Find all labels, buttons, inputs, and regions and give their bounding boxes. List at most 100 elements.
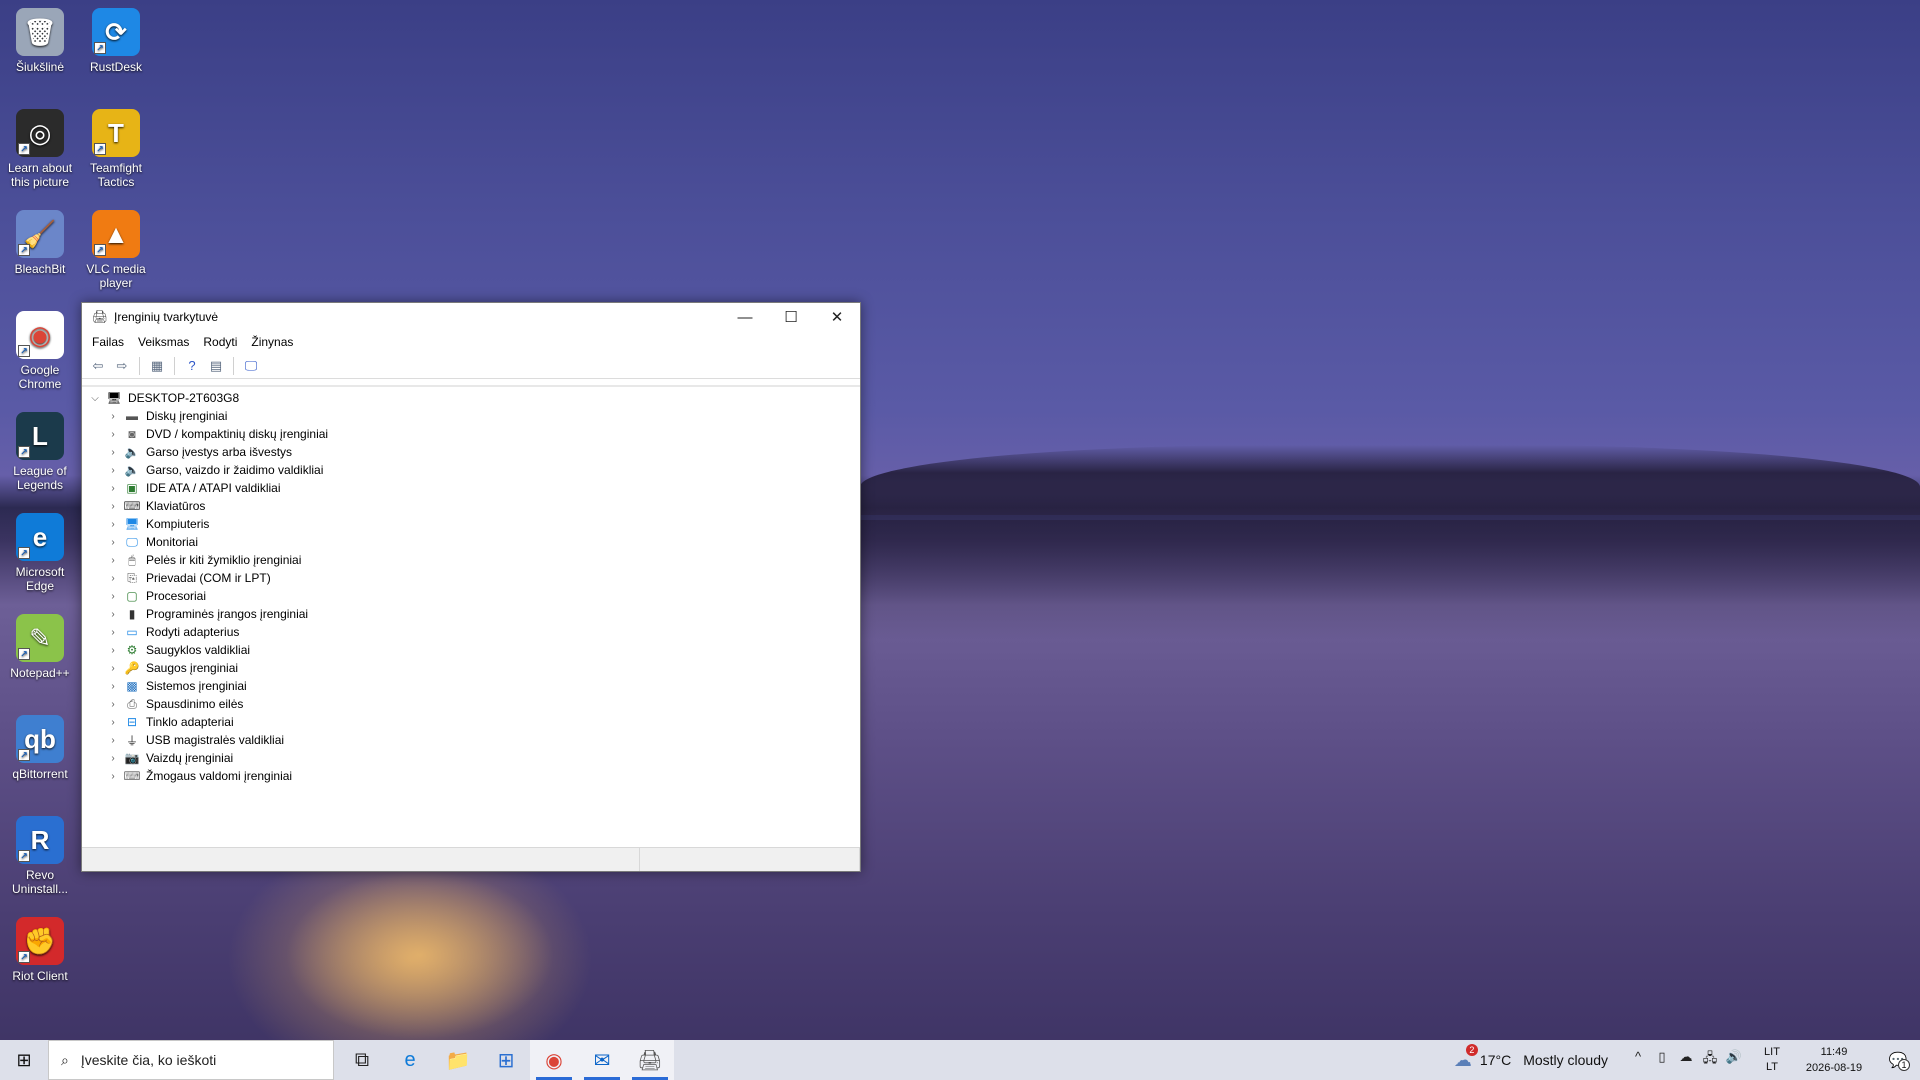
tree-item[interactable]: › ◙ DVD / kompaktinių diskų įrenginiai bbox=[82, 425, 860, 443]
chevron-right-icon[interactable]: › bbox=[106, 483, 120, 494]
desktop-icon-chrome[interactable]: ◉ ↗ Google Chrome bbox=[2, 311, 78, 391]
start-button[interactable]: ⊞ bbox=[0, 1040, 48, 1080]
chevron-right-icon[interactable]: › bbox=[106, 771, 120, 782]
notification-count: 1 bbox=[1898, 1059, 1910, 1071]
outlook-icon[interactable]: ✉ bbox=[578, 1040, 626, 1080]
desktop-icon-notepad-plus-plus[interactable]: ✎ ↗ Notepad++ bbox=[2, 614, 78, 680]
chevron-right-icon[interactable]: › bbox=[106, 663, 120, 674]
network-icon[interactable]: 🖧 bbox=[1698, 1049, 1722, 1071]
desktop-icon-learn-picture[interactable]: ◎ ↗ Learn about this picture bbox=[2, 109, 78, 189]
tree-item[interactable]: › ⎙ Spausdinimo eilės bbox=[82, 695, 860, 713]
tree-item[interactable]: › 🖥 Kompiuteris bbox=[82, 515, 860, 533]
search-box[interactable]: ⌕ Įveskite čia, ko ieškoti bbox=[48, 1040, 334, 1080]
device-manager-taskbar-icon[interactable]: 🖨 bbox=[626, 1040, 674, 1080]
clock[interactable]: 11:49 2026-08-19 bbox=[1792, 1044, 1876, 1076]
desktop-icon-qbittorrent[interactable]: qb ↗ qBittorrent bbox=[2, 715, 78, 781]
tree-item[interactable]: › ▬ Diskų įrenginiai bbox=[82, 407, 860, 425]
microsoft-store-icon[interactable]: ⊞ bbox=[482, 1040, 530, 1080]
chevron-right-icon[interactable]: › bbox=[106, 573, 120, 584]
revo-uninstaller-icon: R ↗ bbox=[16, 816, 64, 864]
desktop-icon-bleachbit[interactable]: 🧹 ↗ BleachBit bbox=[2, 210, 78, 276]
league-of-legends-icon: L ↗ bbox=[16, 412, 64, 460]
chevron-right-icon[interactable]: › bbox=[106, 411, 120, 422]
tree-root[interactable]: ⌵ 🖥 DESKTOP-2T603G8 bbox=[82, 389, 860, 407]
chevron-right-icon[interactable]: › bbox=[106, 645, 120, 656]
tree-item[interactable]: › 🖵 Monitoriai bbox=[82, 533, 860, 551]
back-arrow-icon[interactable]: ⇦ bbox=[88, 356, 108, 376]
close-button[interactable]: ✕ bbox=[814, 303, 860, 331]
desktop-icon-vlc[interactable]: ▲ ↗ VLC media player bbox=[78, 210, 154, 290]
chevron-right-icon[interactable]: › bbox=[106, 519, 120, 530]
tree-item[interactable]: › ⌨ Klaviatūros bbox=[82, 497, 860, 515]
tree-item[interactable]: › ⚙ Saugyklos valdikliai bbox=[82, 641, 860, 659]
tree-item[interactable]: › ⎘ Prievadai (COM ir LPT) bbox=[82, 569, 860, 587]
weather-widget[interactable]: ☁ 2 17°C Mostly cloudy bbox=[1454, 1043, 1608, 1071]
chevron-down-icon[interactable]: ⌵ bbox=[88, 393, 102, 404]
tree-item[interactable]: › 🔈 Garso įvestys arba išvestys bbox=[82, 443, 860, 461]
chevron-right-icon[interactable]: › bbox=[106, 753, 120, 764]
tree-item[interactable]: › ▩ Sistemos įrenginiai bbox=[82, 677, 860, 695]
chevron-right-icon[interactable]: › bbox=[106, 447, 120, 458]
chevron-right-icon[interactable]: › bbox=[106, 555, 120, 566]
tree-item[interactable]: › ▭ Rodyti adapterius bbox=[82, 623, 860, 641]
properties-view-icon[interactable]: ▦ bbox=[147, 356, 167, 376]
tree-item[interactable]: › 🔑 Saugos įrenginiai bbox=[82, 659, 860, 677]
chevron-right-icon[interactable]: › bbox=[106, 609, 120, 620]
minimize-button[interactable]: — bbox=[722, 303, 768, 331]
chevron-right-icon[interactable]: › bbox=[106, 537, 120, 548]
title-bar[interactable]: 🖨 Įrenginių tvarkytuvė — ☐ ✕ bbox=[82, 303, 860, 331]
onedrive-icon[interactable]: ☁ bbox=[1674, 1049, 1698, 1071]
task-view-icon[interactable]: ⧉ bbox=[338, 1040, 386, 1080]
desktop-icon-label: Learn about this picture bbox=[7, 161, 73, 189]
tree-item[interactable]: › 🖱 Pelės ir kiti žymiklio įrenginiai bbox=[82, 551, 860, 569]
desktop-icon-league-of-legends[interactable]: L ↗ League of Legends bbox=[2, 412, 78, 492]
chevron-right-icon[interactable]: › bbox=[106, 591, 120, 602]
chevron-right-icon[interactable]: › bbox=[106, 429, 120, 440]
edge-taskbar-icon[interactable]: e bbox=[386, 1040, 434, 1080]
shortcut-arrow-icon: ↗ bbox=[18, 244, 30, 256]
file-explorer-icon[interactable]: 📁 bbox=[434, 1040, 482, 1080]
chevron-right-icon[interactable]: › bbox=[106, 501, 120, 512]
desktop-icon-revo-uninstaller[interactable]: R ↗ Revo Uninstall... bbox=[2, 816, 78, 896]
desktop-icon-rustdesk[interactable]: ⟳ ↗ RustDesk bbox=[78, 8, 154, 74]
language-indicator[interactable]: LIT LT bbox=[1752, 1045, 1792, 1075]
desktop-icon-edge[interactable]: e ↗ Microsoft Edge bbox=[2, 513, 78, 593]
desktop-icon-riot-client[interactable]: ✊ ↗ Riot Client bbox=[2, 917, 78, 983]
taskbar: ⊞ ⌕ Įveskite čia, ko ieškoti ⧉ e 📁 ⊞ ◉ ✉ 🖨 ☁ 2 … bbox=[0, 1040, 1920, 1080]
chrome-taskbar-icon[interactable]: ◉ bbox=[530, 1040, 578, 1080]
volume-icon[interactable]: 🔊 bbox=[1722, 1049, 1746, 1071]
forward-arrow-icon[interactable]: ⇨ bbox=[112, 356, 132, 376]
monitor-scan-icon[interactable]: 🖵 bbox=[241, 356, 261, 376]
tree-item[interactable]: › ⊟ Tinklo adapteriai bbox=[82, 713, 860, 731]
chevron-right-icon[interactable]: › bbox=[106, 717, 120, 728]
chevron-right-icon[interactable]: › bbox=[106, 681, 120, 692]
tree-item[interactable]: › ▢ Procesoriai bbox=[82, 587, 860, 605]
security-device-icon: 🔑 bbox=[124, 661, 140, 675]
menu-failas[interactable]: Failas bbox=[90, 335, 132, 349]
menu-veiksmas[interactable]: Veiksmas bbox=[136, 335, 197, 349]
chevron-right-icon[interactable]: › bbox=[106, 627, 120, 638]
tree-item[interactable]: › 🔈 Garso, vaizdo ir žaidimo valdikliai bbox=[82, 461, 860, 479]
maximize-button[interactable]: ☐ bbox=[768, 303, 814, 331]
tree-item-label: Vaizdų įrenginiai bbox=[146, 751, 234, 765]
help-icon[interactable]: ? bbox=[182, 356, 202, 376]
chevron-right-icon[interactable]: › bbox=[106, 699, 120, 710]
tree-item[interactable]: › ⌨ Žmogaus valdomi įrenginiai bbox=[82, 767, 860, 785]
details-view-icon[interactable]: ▤ bbox=[206, 356, 226, 376]
menu-zinynas[interactable]: Žinynas bbox=[249, 335, 301, 349]
tree-item[interactable]: › 📷 Vaizdų įrenginiai bbox=[82, 749, 860, 767]
chevron-right-icon[interactable]: › bbox=[106, 465, 120, 476]
show-hidden-icons-icon[interactable]: ^ bbox=[1626, 1049, 1650, 1071]
menu-rodyti[interactable]: Rodyti bbox=[201, 335, 245, 349]
tree-item-label: Diskų įrenginiai bbox=[146, 409, 228, 423]
notification-center-button[interactable]: 💬 1 bbox=[1876, 1051, 1920, 1071]
desktop-icon-teamfight-tactics[interactable]: T ↗ Teamfight Tactics bbox=[78, 109, 154, 189]
search-icon: ⌕ bbox=[61, 1051, 69, 1068]
shortcut-arrow-icon: ↗ bbox=[18, 648, 30, 660]
chevron-right-icon[interactable]: › bbox=[106, 735, 120, 746]
tree-item[interactable]: › ▮ Programinės įrangos įrenginiai bbox=[82, 605, 860, 623]
desktop-icon-recycle-bin[interactable]: 🗑 Šiukšlinė bbox=[2, 8, 78, 74]
tree-item[interactable]: › ▣ IDE ATA / ATAPI valdikliai bbox=[82, 479, 860, 497]
tree-item[interactable]: › ⏚ USB magistralės valdikliai bbox=[82, 731, 860, 749]
device-icon[interactable]: ▯ bbox=[1650, 1049, 1674, 1071]
